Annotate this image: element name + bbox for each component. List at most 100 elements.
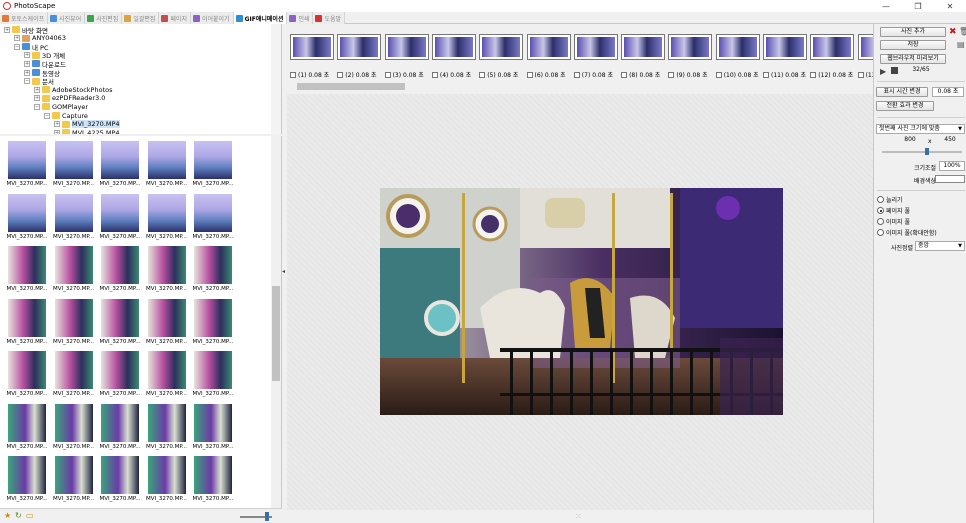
thumbnail-item[interactable]: MVI_3270.MP... [52,401,96,451]
play-icon[interactable] [479,71,486,78]
thumbnail-item[interactable]: MVI_3270.MP... [145,138,189,188]
transition-effect-button[interactable]: 전환 효과 변경 [876,101,934,111]
align-select[interactable]: 중앙 ▼ [915,241,965,251]
scale-input[interactable]: 100% [939,161,965,171]
scrollbar-thumb[interactable] [272,286,280,381]
thumbnail-item[interactable]: MVI_3270.MP... [5,296,49,346]
thumbnail-item[interactable]: MVI_3270.MP... [5,453,49,503]
radio-dot[interactable] [877,196,884,203]
thumbnail-item[interactable]: MVI_3270.MP... [191,348,235,398]
thumbnail-item[interactable]: MVI_3270.MP... [5,401,49,451]
trash-icon[interactable]: 🗑 [959,27,966,36]
size-slider[interactable] [882,148,962,155]
radio-dot[interactable] [877,229,884,236]
delete-icon[interactable]: ✖ [949,27,957,37]
expand-icon[interactable]: + [14,35,20,42]
thumbnail-item[interactable]: MVI_3270.MP... [191,243,235,293]
radio-dot[interactable] [877,218,884,225]
frame-thumbnail[interactable] [337,34,382,60]
expand-icon[interactable]: + [34,86,40,93]
thumbnail-item[interactable]: MVI_3270.MP... [191,138,235,188]
settings-icon[interactable]: ▤ [957,40,965,49]
thumbnail-item[interactable]: MVI_3270.MP... [191,191,235,241]
frame-thumbnail[interactable] [621,34,666,60]
expand-icon[interactable]: + [24,69,30,76]
thumbnail-item[interactable]: MVI_3270.MP... [191,453,235,503]
play-icon[interactable] [337,71,344,78]
tree-vertical-scrollbar[interactable] [271,24,281,134]
thumbnail-item[interactable]: MVI_3270.MP... [5,191,49,241]
play-icon[interactable] [431,71,438,78]
play-icon[interactable] [384,71,391,78]
expand-icon[interactable]: + [4,26,10,33]
thumbnail-item[interactable]: MVI_3270.MP... [145,453,189,503]
expand-icon[interactable]: − [14,43,20,50]
save-button[interactable]: 저장 [880,40,946,50]
thumbnail-item[interactable]: MVI_3270.MP... [5,243,49,293]
thumbnail-item[interactable]: MVI_3270.MP... [52,138,96,188]
star-icon[interactable]: ★ [4,512,12,520]
thumbnail-item[interactable]: MVI_3270.MP... [98,296,142,346]
display-time-button[interactable]: 표시 시간 변경 [876,87,928,97]
frame-thumbnail[interactable] [431,34,476,60]
tab-7[interactable]: 인쇄 [287,12,314,24]
bg-color-swatch[interactable] [935,175,965,183]
fit-mode-radio[interactable]: 늘리기 [877,195,903,204]
frame-thumbnail[interactable] [715,34,760,60]
play-icon[interactable] [573,71,580,78]
close-button[interactable]: ✕ [934,2,966,11]
thumbnail-item[interactable]: MVI_3270.MP... [98,401,142,451]
height-input[interactable]: 450 [936,136,964,146]
frame-thumbnail[interactable] [290,34,334,60]
thumbnail-item[interactable]: MVI_3270.MP... [145,348,189,398]
tab-2[interactable]: 사진편집 [85,12,123,24]
frame-thumbnail[interactable] [573,34,618,60]
thumbnail-item[interactable]: MVI_3270.MP... [145,243,189,293]
frame-thumbnail[interactable] [526,34,571,60]
frame-thumbnail[interactable] [384,34,429,60]
stop-icon[interactable] [891,67,898,74]
radio-dot[interactable] [877,207,884,214]
thumbnail-item[interactable]: MVI_3270.MP... [98,191,142,241]
frame-thumbnail[interactable] [668,34,713,60]
play-icon[interactable] [290,71,296,78]
play-icon[interactable]: ▶ [880,67,886,76]
tab-5[interactable]: 이어붙이기 [190,12,234,24]
play-icon[interactable] [810,71,817,78]
frame-thumbnail[interactable] [810,34,855,60]
thumbnail-item[interactable]: MVI_3270.MP... [52,296,96,346]
thumbnail-item[interactable]: MVI_3270.MP... [145,401,189,451]
slider-knob[interactable] [925,148,929,155]
thumbnail-item[interactable]: MVI_3270.MP... [52,243,96,293]
display-time-value[interactable]: 0.08 초 [932,87,964,97]
tab-1[interactable]: 사진뷰어 [48,12,86,24]
fit-mode-radio[interactable]: 이미지 풀(확대안함) [877,228,937,237]
refresh-icon[interactable]: ↻ [15,512,23,520]
expand-icon[interactable]: + [54,129,60,134]
expand-icon[interactable]: + [24,52,30,59]
thumbnail-item[interactable]: MVI_3270.MP... [52,191,96,241]
folder-icon[interactable]: ▭ [26,512,34,520]
maximize-button[interactable]: ❐ [902,2,934,11]
thumbnail-item[interactable]: MVI_3270.MP... [52,453,96,503]
thumbnail-item[interactable]: MVI_3270.MP... [98,243,142,293]
thumbnail-item[interactable]: MVI_3270.MP... [191,401,235,451]
frame-strip-scrollbar[interactable] [287,82,873,91]
thumbnail-item[interactable]: MVI_3270.MP... [52,348,96,398]
expand-icon[interactable]: − [24,78,30,85]
play-icon[interactable] [621,71,628,78]
thumbnail-item[interactable]: MVI_3270.MP... [98,348,142,398]
thumbnail-item[interactable]: MVI_3270.MP... [98,453,142,503]
size-mode-select[interactable]: 첫번째 사진 크기에 맞춤 ▼ [876,124,965,134]
thumbnail-item[interactable]: MVI_3270.MP... [5,138,49,188]
slider-knob[interactable] [265,512,269,521]
expand-icon[interactable]: + [34,95,40,102]
tab-8[interactable]: 도움말 [313,12,346,24]
thumbnail-item[interactable]: MVI_3270.MP... [145,191,189,241]
expand-icon[interactable]: + [54,121,60,128]
width-input[interactable]: 800 [896,136,924,146]
thumbnail-item[interactable]: MVI_3270.MP... [191,296,235,346]
tab-6[interactable]: GIF애니메이션 [233,12,288,24]
minimize-button[interactable]: — [870,2,902,11]
play-icon[interactable] [668,71,675,78]
